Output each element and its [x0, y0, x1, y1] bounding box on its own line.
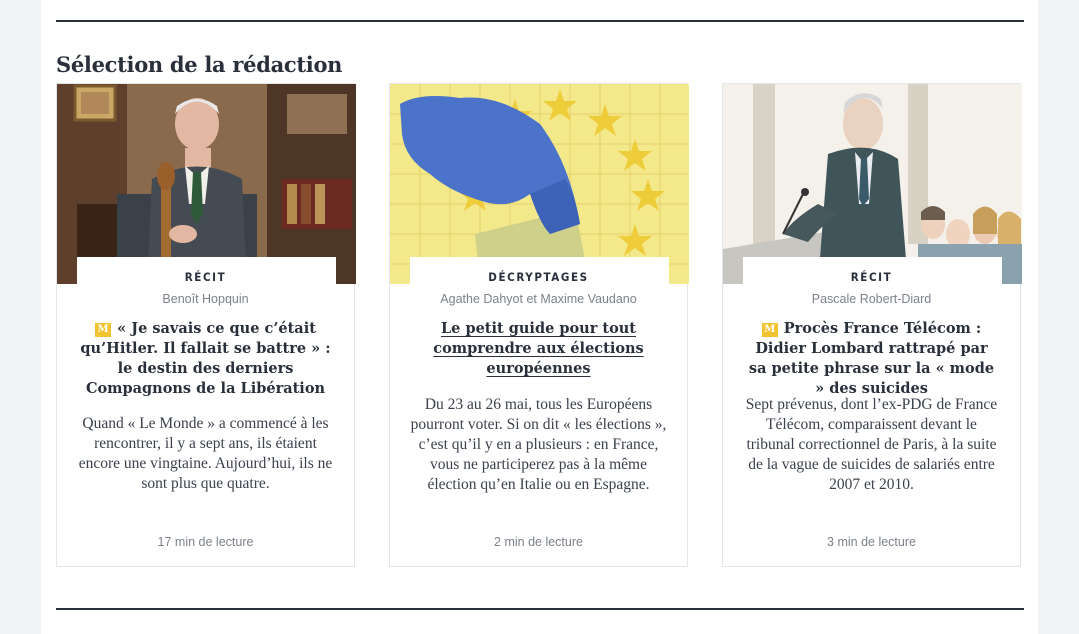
page-container: Sélection de la rédaction RÉCIT Benoît H…	[41, 0, 1038, 634]
article-author-3[interactable]: Pascale Robert-Diard	[723, 292, 1020, 306]
article-excerpt-2: Du 23 au 26 mai, tous les Européens pour…	[410, 396, 667, 493]
article-author-2[interactable]: Agathe Dahyot et Maxime Vaudano	[390, 292, 687, 306]
article-author-1[interactable]: Benoît Hopquin	[57, 292, 354, 306]
article-image-2[interactable]	[390, 84, 689, 284]
article-image-1[interactable]	[57, 84, 356, 284]
cards-row: RÉCIT Benoît Hopquin M « Je savais ce que…	[56, 83, 1024, 569]
article-readtime-2: 2 min de lecture	[494, 535, 583, 549]
article-readtime-1: 17 min de lecture	[157, 535, 254, 549]
article-excerpt-3: Sept prévenus, dont l’ex-PDG de France T…	[745, 396, 998, 493]
top-divider	[56, 20, 1024, 22]
section-title: Sélection de la rédaction	[56, 52, 343, 77]
article-card-1[interactable]: RÉCIT Benoît Hopquin M « Je savais ce que…	[56, 83, 356, 567]
subscriber-badge-icon: M	[95, 323, 112, 337]
article-kicker-2: DÉCRYPTAGES	[488, 270, 589, 284]
article-kicker-3: RÉCIT	[850, 270, 893, 284]
bottom-divider	[56, 608, 1024, 610]
article-image-3[interactable]	[723, 84, 1022, 284]
subscriber-badge-icon: M	[761, 323, 778, 337]
headline-text-2[interactable]: Le petit guide pour tout comprendre aux …	[433, 320, 643, 377]
headline-text-3[interactable]: Procès France Télécom : Didier Lombard r…	[749, 320, 994, 397]
article-headline-3[interactable]: M Procès France Télécom : Didier Lombard …	[745, 319, 998, 399]
article-headline-1[interactable]: M « Je savais ce que c’était qu’Hitler. I…	[79, 319, 332, 399]
headline-text-1[interactable]: « Je savais ce que c’était qu’Hitler. Il…	[80, 320, 330, 397]
article-readtime-3: 3 min de lecture	[827, 535, 916, 549]
article-card-3[interactable]: RÉCIT Pascale Robert-Diard M Procès Franc…	[722, 83, 1022, 567]
article-card-2[interactable]: DÉCRYPTAGES Agathe Dahyot et Maxime Vaud…	[389, 83, 689, 567]
article-excerpt-1: Quand « Le Monde » a commencé à les renc…	[78, 415, 333, 492]
article-kicker-1: RÉCIT	[184, 270, 227, 284]
article-headline-2[interactable]: Le petit guide pour tout comprendre aux …	[412, 319, 665, 379]
